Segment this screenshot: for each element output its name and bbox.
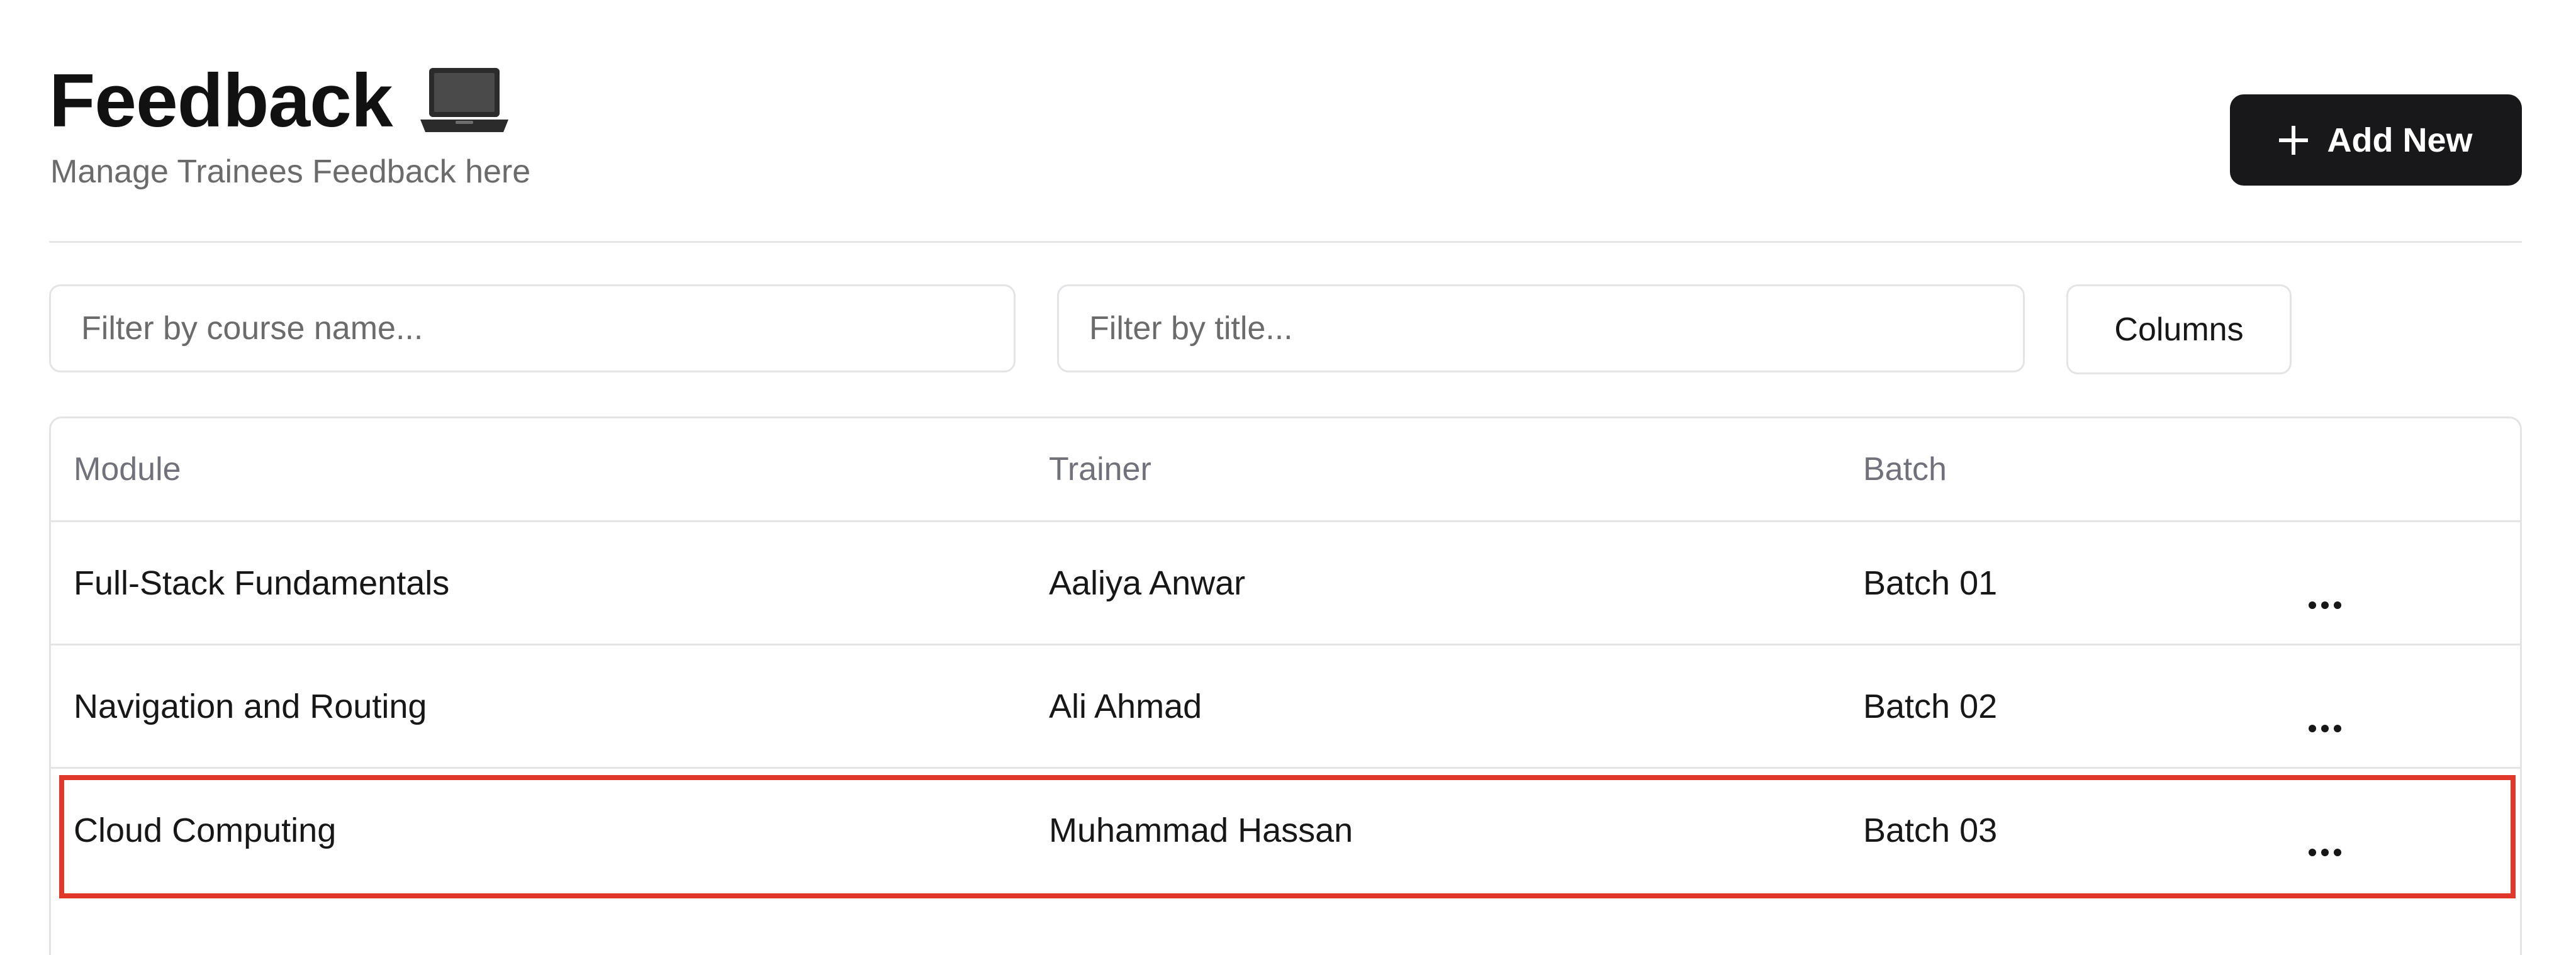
laptop-icon xyxy=(420,65,508,136)
cell-batch: Batch 02 xyxy=(1863,687,1998,725)
cell-trainer: Muhammad Hassan xyxy=(1049,812,1353,849)
page-title: Feedback xyxy=(49,59,393,143)
header-trainer[interactable]: Trainer xyxy=(1049,418,1151,520)
row-actions-button[interactable] xyxy=(2300,522,2350,644)
cell-module: Cloud Computing xyxy=(74,812,337,849)
feedback-table: Module Trainer Batch Full-Stack Fundamen… xyxy=(49,416,2522,955)
more-horizontal-icon xyxy=(2308,826,2342,856)
header-batch[interactable]: Batch xyxy=(1863,418,1947,520)
table-row[interactable]: Navigation and Routing Ali Ahmad Batch 0… xyxy=(51,645,2520,769)
course-name-filter-input[interactable] xyxy=(49,284,1016,372)
header-divider xyxy=(49,241,2522,243)
cell-batch: Batch 01 xyxy=(1863,564,1998,602)
row-actions-button[interactable] xyxy=(2300,645,2350,767)
table-row[interactable]: Full-Stack Fundamentals Aaliya Anwar Bat… xyxy=(51,522,2520,645)
more-horizontal-icon xyxy=(2308,702,2342,732)
cell-trainer: Ali Ahmad xyxy=(1049,687,1202,725)
cell-module: Full-Stack Fundamentals xyxy=(74,564,450,602)
title-filter-input[interactable] xyxy=(1057,284,2025,372)
columns-button[interactable]: Columns xyxy=(2066,284,2292,374)
cell-trainer: Aaliya Anwar xyxy=(1049,564,1246,602)
page-subtitle: Manage Trainees Feedback here xyxy=(50,154,531,190)
cell-module: Navigation and Routing xyxy=(74,687,427,725)
row-actions-button[interactable] xyxy=(2300,769,2350,892)
header-module[interactable]: Module xyxy=(74,418,181,520)
more-horizontal-icon xyxy=(2308,579,2342,609)
feedback-page: Feedback Manage Trainees Feedback here A… xyxy=(0,0,2576,955)
add-new-label: Add New xyxy=(2327,121,2473,159)
table-row[interactable]: Cloud Computing Muhammad Hassan Batch 03 xyxy=(51,769,2520,892)
title-row: Feedback xyxy=(49,63,508,138)
cell-batch: Batch 03 xyxy=(1863,812,1998,849)
add-new-button[interactable]: Add New xyxy=(2230,94,2522,186)
plus-icon xyxy=(2279,125,2309,155)
table-header-row: Module Trainer Batch xyxy=(51,418,2520,522)
